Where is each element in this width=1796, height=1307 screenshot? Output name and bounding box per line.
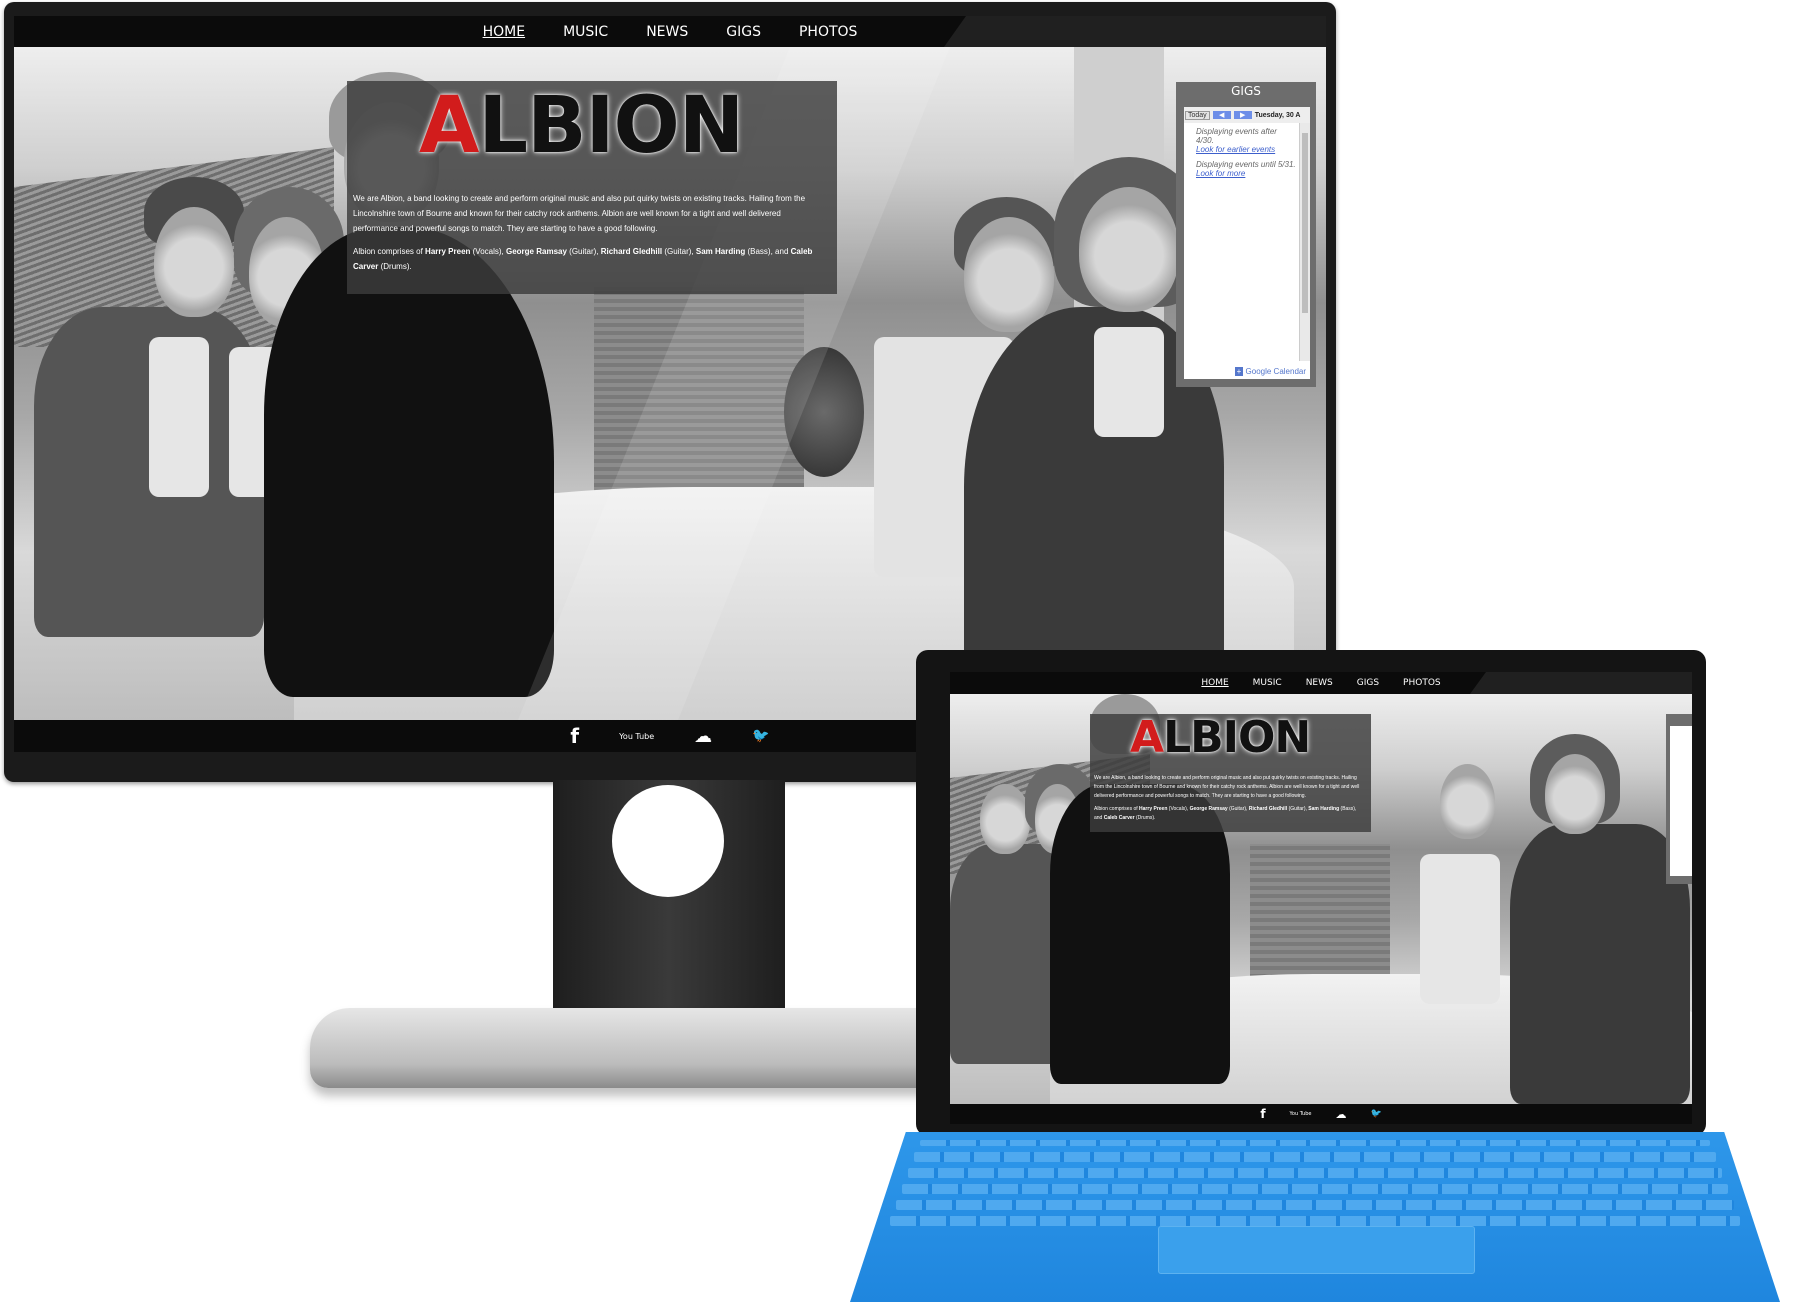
- calendar-next-icon[interactable]: ▶: [1233, 111, 1252, 119]
- laptop-nav-photos[interactable]: PHOTOS: [1403, 678, 1441, 688]
- calendar-scrollbar[interactable]: [1299, 123, 1310, 361]
- laptop-hero-photo: ALBION We are Albion, a band looking to …: [950, 694, 1692, 1104]
- calendar-toolbar: Today ◀ ▶ Tuesday, 30 A: [1184, 107, 1310, 123]
- calendar-msg-until: Displaying events until 5/31.: [1196, 160, 1296, 169]
- nav-photos[interactable]: PHOTOS: [799, 24, 857, 40]
- calendar-prev-icon[interactable]: ◀: [1212, 111, 1231, 119]
- laptop-social-footer: f You Tube ☁ 🐦: [950, 1104, 1692, 1124]
- laptop-albion-logo: ALBION: [1130, 712, 1311, 763]
- nav-news[interactable]: NEWS: [646, 24, 688, 40]
- logo-letter-a: A: [419, 81, 479, 171]
- calendar-today-button[interactable]: Today: [1185, 110, 1210, 120]
- calendar-agenda: Displaying events after 4/30. Look for e…: [1184, 123, 1310, 365]
- about-text: We are Albion, a band looking to create …: [353, 191, 827, 282]
- laptop-twitter-icon[interactable]: 🐦: [1370, 1109, 1381, 1119]
- soundcloud-icon[interactable]: ☁: [694, 726, 712, 747]
- gigs-title: GIGS: [1231, 84, 1261, 98]
- laptop-about-panel: ALBION We are Albion, a band looking to …: [1090, 712, 1371, 832]
- google-calendar-widget: Today ◀ ▶ Tuesday, 30 A Displaying event…: [1184, 107, 1310, 379]
- laptop-facebook-icon[interactable]: f: [1260, 1107, 1265, 1121]
- monitor-stand-hole: [612, 785, 724, 897]
- youtube-icon[interactable]: You Tube: [619, 732, 654, 741]
- calendar-date: Tuesday, 30 A: [1254, 111, 1301, 119]
- laptop-nav-music[interactable]: MUSIC: [1253, 678, 1282, 688]
- gigs-panel: GIGS Today ◀ ▶ Tuesday, 30 A Displaying …: [1176, 82, 1316, 387]
- laptop-site-nav: HOME MUSIC NEWS GIGS PHOTOS: [950, 672, 1692, 694]
- monitor-screen: HOME MUSIC NEWS GIGS PHOTOS ALBION We ar…: [14, 16, 1326, 752]
- intro-paragraph: We are Albion, a band looking to create …: [353, 194, 806, 233]
- laptop-nav-home[interactable]: HOME: [1201, 678, 1228, 688]
- about-panel: ALBION We are Albion, a band looking to …: [347, 81, 837, 294]
- laptop-youtube-icon[interactable]: You Tube: [1290, 1111, 1312, 1117]
- laptop-nav-gigs[interactable]: GIGS: [1357, 678, 1379, 688]
- laptop-trackpad: [1158, 1226, 1475, 1274]
- calendar-earlier-link[interactable]: Look for earlier events: [1196, 145, 1296, 154]
- laptop-about-text: We are Albion, a band looking to create …: [1094, 775, 1360, 821]
- nav-home[interactable]: HOME: [483, 24, 525, 40]
- laptop-nav-news[interactable]: NEWS: [1306, 678, 1333, 688]
- calendar-more-link[interactable]: Look for more: [1196, 169, 1296, 178]
- site-nav: HOME MUSIC NEWS GIGS PHOTOS: [14, 16, 1326, 47]
- albion-logo: ALBION: [419, 81, 744, 171]
- nav-music[interactable]: MUSIC: [563, 24, 608, 40]
- laptop-screen: HOME MUSIC NEWS GIGS PHOTOS ALBION We ar…: [950, 672, 1692, 1124]
- gcal-plus-icon[interactable]: +: [1234, 367, 1244, 376]
- calendar-msg-after: Displaying events after 4/30.: [1196, 127, 1277, 145]
- laptop-gigs-panel: [1666, 714, 1692, 884]
- laptop-keyboard: [850, 1132, 1780, 1302]
- laptop-soundcloud-icon[interactable]: ☁: [1335, 1108, 1346, 1121]
- logo-rest: LBION: [478, 81, 744, 171]
- google-calendar-link[interactable]: + Google Calendar: [1234, 367, 1306, 376]
- twitter-icon[interactable]: 🐦: [752, 728, 769, 744]
- members-paragraph: Albion comprises of Harry Preen (Vocals)…: [353, 247, 813, 271]
- nav-gigs[interactable]: GIGS: [726, 24, 761, 40]
- facebook-icon[interactable]: f: [570, 724, 579, 748]
- hero-photo: ALBION We are Albion, a band looking to …: [14, 47, 1326, 720]
